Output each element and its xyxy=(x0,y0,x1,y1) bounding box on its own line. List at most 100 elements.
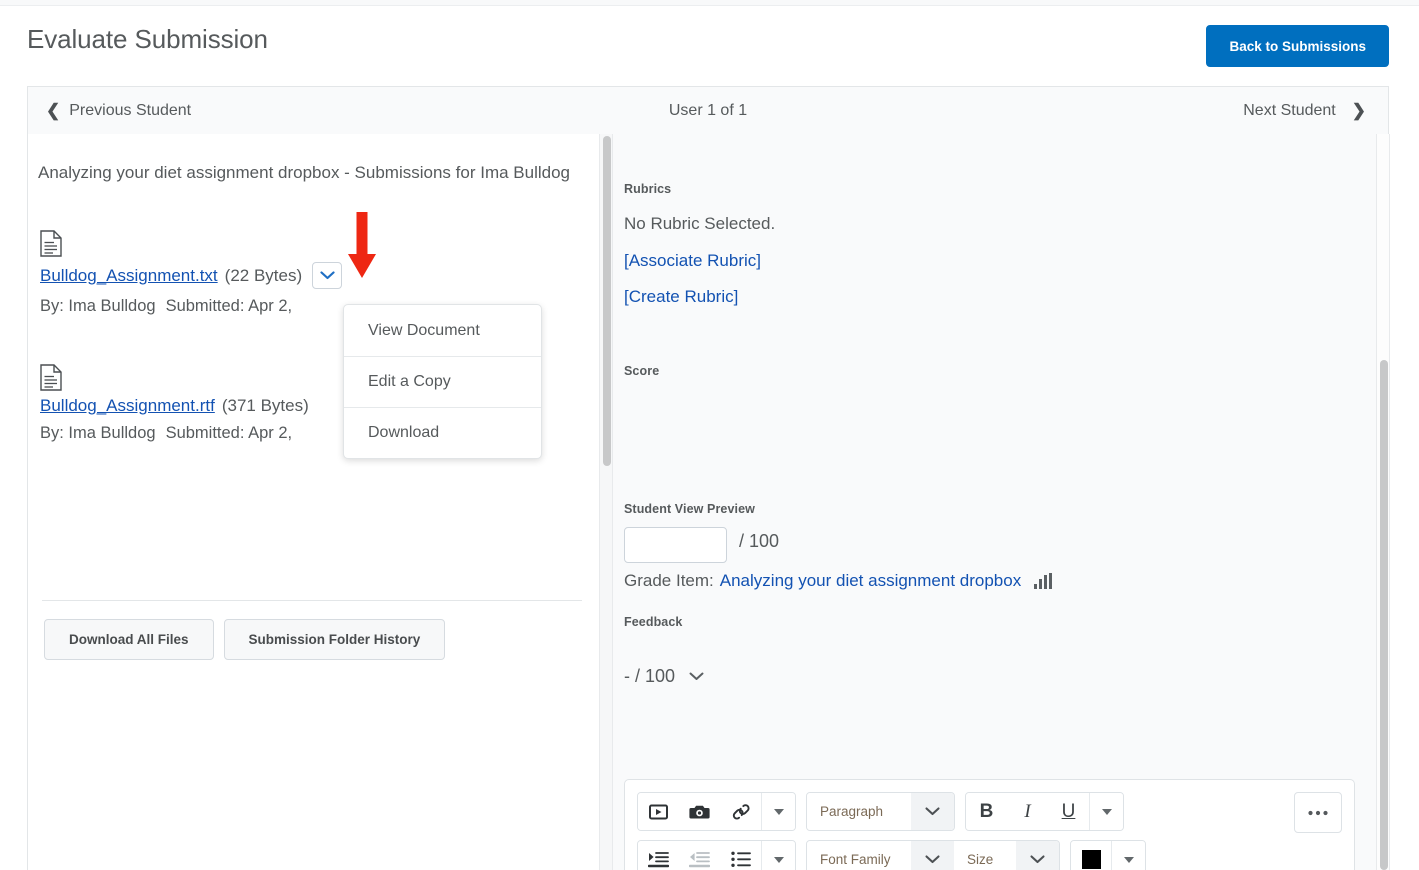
bold-button[interactable]: B xyxy=(966,793,1007,830)
ellipsis-icon xyxy=(1308,810,1328,815)
feedback-editor: Paragraph B I U Font Family Size xyxy=(624,779,1355,870)
insert-media-icon xyxy=(649,804,668,819)
editor-toolbar-row-1: Paragraph B I U xyxy=(637,792,1124,831)
evaluate-submission-page: Evaluate Submission Back to Submissions … xyxy=(0,0,1419,870)
indent-decrease-icon xyxy=(689,852,710,868)
insert-link-button[interactable] xyxy=(720,793,761,830)
submission-heading: Analyzing your diet assignment dropbox -… xyxy=(38,163,570,182)
text-color-group xyxy=(1070,840,1146,870)
right-pane-scrollbar-thumb[interactable] xyxy=(1380,360,1388,870)
rubric-status: No Rubric Selected. xyxy=(624,214,776,233)
file-submitted: Submitted: Apr 2, xyxy=(165,424,293,442)
file-author: By: Ima Bulldog xyxy=(40,297,156,315)
page-header: Evaluate Submission Back to Submissions xyxy=(0,6,1419,80)
feedback-label: Feedback xyxy=(624,615,683,629)
insert-more-button[interactable] xyxy=(761,793,795,830)
file-actions-dropdown-button[interactable] xyxy=(312,262,343,289)
format-select[interactable]: Paragraph xyxy=(806,792,955,831)
score-out-of: / 100 xyxy=(739,531,780,551)
chevron-down-icon xyxy=(1030,855,1045,864)
format-select-caret[interactable] xyxy=(911,793,954,830)
chevron-down-icon[interactable] xyxy=(689,672,704,681)
indent-decrease-button[interactable] xyxy=(679,841,720,870)
insert-media-button[interactable] xyxy=(638,793,679,830)
list-indent-group xyxy=(637,840,796,870)
evaluation-body: Analyzing your diet assignment dropbox -… xyxy=(27,134,1390,870)
student-navigation-bar: User 1 of 1 ❮ Previous Student Next Stud… xyxy=(27,86,1389,134)
submission-file-item: Bulldog_Assignment.rtf (371 Bytes) By: I… xyxy=(40,364,309,443)
bulleted-list-button[interactable] xyxy=(720,841,761,870)
score-input[interactable] xyxy=(624,527,727,563)
caret-down-icon xyxy=(1123,856,1134,863)
file-name-link[interactable]: Bulldog_Assignment.rtf xyxy=(40,396,215,416)
font-family-select-caret[interactable] xyxy=(911,841,954,870)
previous-student-label: Previous Student xyxy=(69,101,192,119)
submission-actions: Download All Files Submission Folder His… xyxy=(44,619,446,660)
submission-file-item: Bulldog_Assignment.txt (22 Bytes) By: Im… xyxy=(40,230,343,316)
submission-preview-pane: Analyzing your diet assignment dropbox -… xyxy=(28,134,599,870)
previous-student-button[interactable]: ❮ Previous Student xyxy=(46,87,191,134)
caret-down-icon xyxy=(1101,808,1112,815)
menu-item-download[interactable]: Download xyxy=(344,407,541,458)
font-size-select-value[interactable]: Size xyxy=(954,841,1016,870)
insert-group xyxy=(637,792,796,831)
file-name-link[interactable]: Bulldog_Assignment.txt xyxy=(40,266,218,286)
file-meta: By: Ima Bulldog Submitted: Apr 2, xyxy=(40,424,309,443)
menu-item-edit-a-copy[interactable]: Edit a Copy xyxy=(344,356,541,407)
score-label: Score xyxy=(624,364,660,378)
indent-increase-icon xyxy=(648,852,669,868)
file-actions-menu: View Document Edit a Copy Download xyxy=(343,304,542,459)
right-pane-scrollbar[interactable] xyxy=(1376,134,1390,870)
chevron-down-icon xyxy=(320,271,335,280)
font-controls-group: Font Family Size xyxy=(806,840,1060,870)
student-view-preview-value: - / 100 xyxy=(624,666,676,686)
format-select-value[interactable]: Paragraph xyxy=(807,793,911,830)
text-color-button[interactable] xyxy=(1071,841,1111,870)
list-more-button[interactable] xyxy=(761,841,795,870)
text-style-more-button[interactable] xyxy=(1089,793,1123,830)
italic-button[interactable]: I xyxy=(1007,793,1048,830)
red-down-arrow-icon xyxy=(348,212,376,278)
font-size-select-caret[interactable] xyxy=(1016,841,1059,870)
student-view-preview-label: Student View Preview xyxy=(624,502,755,516)
chevron-down-icon xyxy=(925,855,940,864)
student-counter: User 1 of 1 xyxy=(668,101,748,119)
text-style-group: B I U xyxy=(965,792,1124,831)
caret-down-icon xyxy=(773,808,784,815)
font-family-select-value[interactable]: Font Family xyxy=(807,841,911,870)
chevron-right-icon: ❯ xyxy=(1351,101,1366,120)
submission-folder-history-button[interactable]: Submission Folder History xyxy=(223,619,446,660)
file-submitted: Submitted: Apr 2, xyxy=(165,297,293,315)
underline-button[interactable]: U xyxy=(1048,793,1089,830)
file-author: By: Ima Bulldog xyxy=(40,424,156,442)
chevron-down-icon xyxy=(925,807,940,816)
menu-item-view-document[interactable]: View Document xyxy=(344,305,541,356)
evaluation-form-pane: Rubrics No Rubric Selected. [Associate R… xyxy=(613,134,1390,870)
left-pane-scrollbar[interactable] xyxy=(599,134,613,870)
next-student-button[interactable]: Next Student ❯ xyxy=(1243,87,1366,134)
insert-image-button[interactable] xyxy=(679,793,720,830)
left-pane-scrollbar-thumb[interactable] xyxy=(603,136,611,466)
editor-toolbar-row-2: Font Family Size xyxy=(637,840,1146,870)
grade-item-link[interactable]: Analyzing your diet assignment dropbox xyxy=(720,571,1021,591)
file-size: (371 Bytes) xyxy=(221,396,309,415)
student-view-preview-value-row[interactable]: - / 100 xyxy=(624,666,704,687)
document-icon xyxy=(40,364,62,391)
bar-chart-icon[interactable] xyxy=(1034,573,1053,589)
chevron-left-icon: ❮ xyxy=(46,101,61,120)
caret-down-icon xyxy=(773,856,784,863)
associate-rubric-link[interactable]: [Associate Rubric] xyxy=(624,251,761,271)
next-student-label: Next Student xyxy=(1243,101,1336,119)
file-meta: By: Ima Bulldog Submitted: Apr 2, xyxy=(40,297,342,316)
grade-item-row: Grade Item: Analyzing your diet assignme… xyxy=(624,571,1053,591)
create-rubric-link[interactable]: [Create Rubric] xyxy=(624,287,738,307)
back-to-submissions-button[interactable]: Back to Submissions xyxy=(1206,25,1389,67)
download-all-files-button[interactable]: Download All Files xyxy=(44,619,214,660)
grade-item-prefix: Grade Item: xyxy=(624,571,714,590)
editor-more-options-button[interactable] xyxy=(1294,792,1342,833)
insert-image-icon xyxy=(689,805,710,819)
indent-increase-button[interactable] xyxy=(638,841,679,870)
text-color-more-button[interactable] xyxy=(1111,841,1145,870)
bulleted-list-icon xyxy=(730,851,751,867)
text-color-swatch xyxy=(1081,850,1101,869)
